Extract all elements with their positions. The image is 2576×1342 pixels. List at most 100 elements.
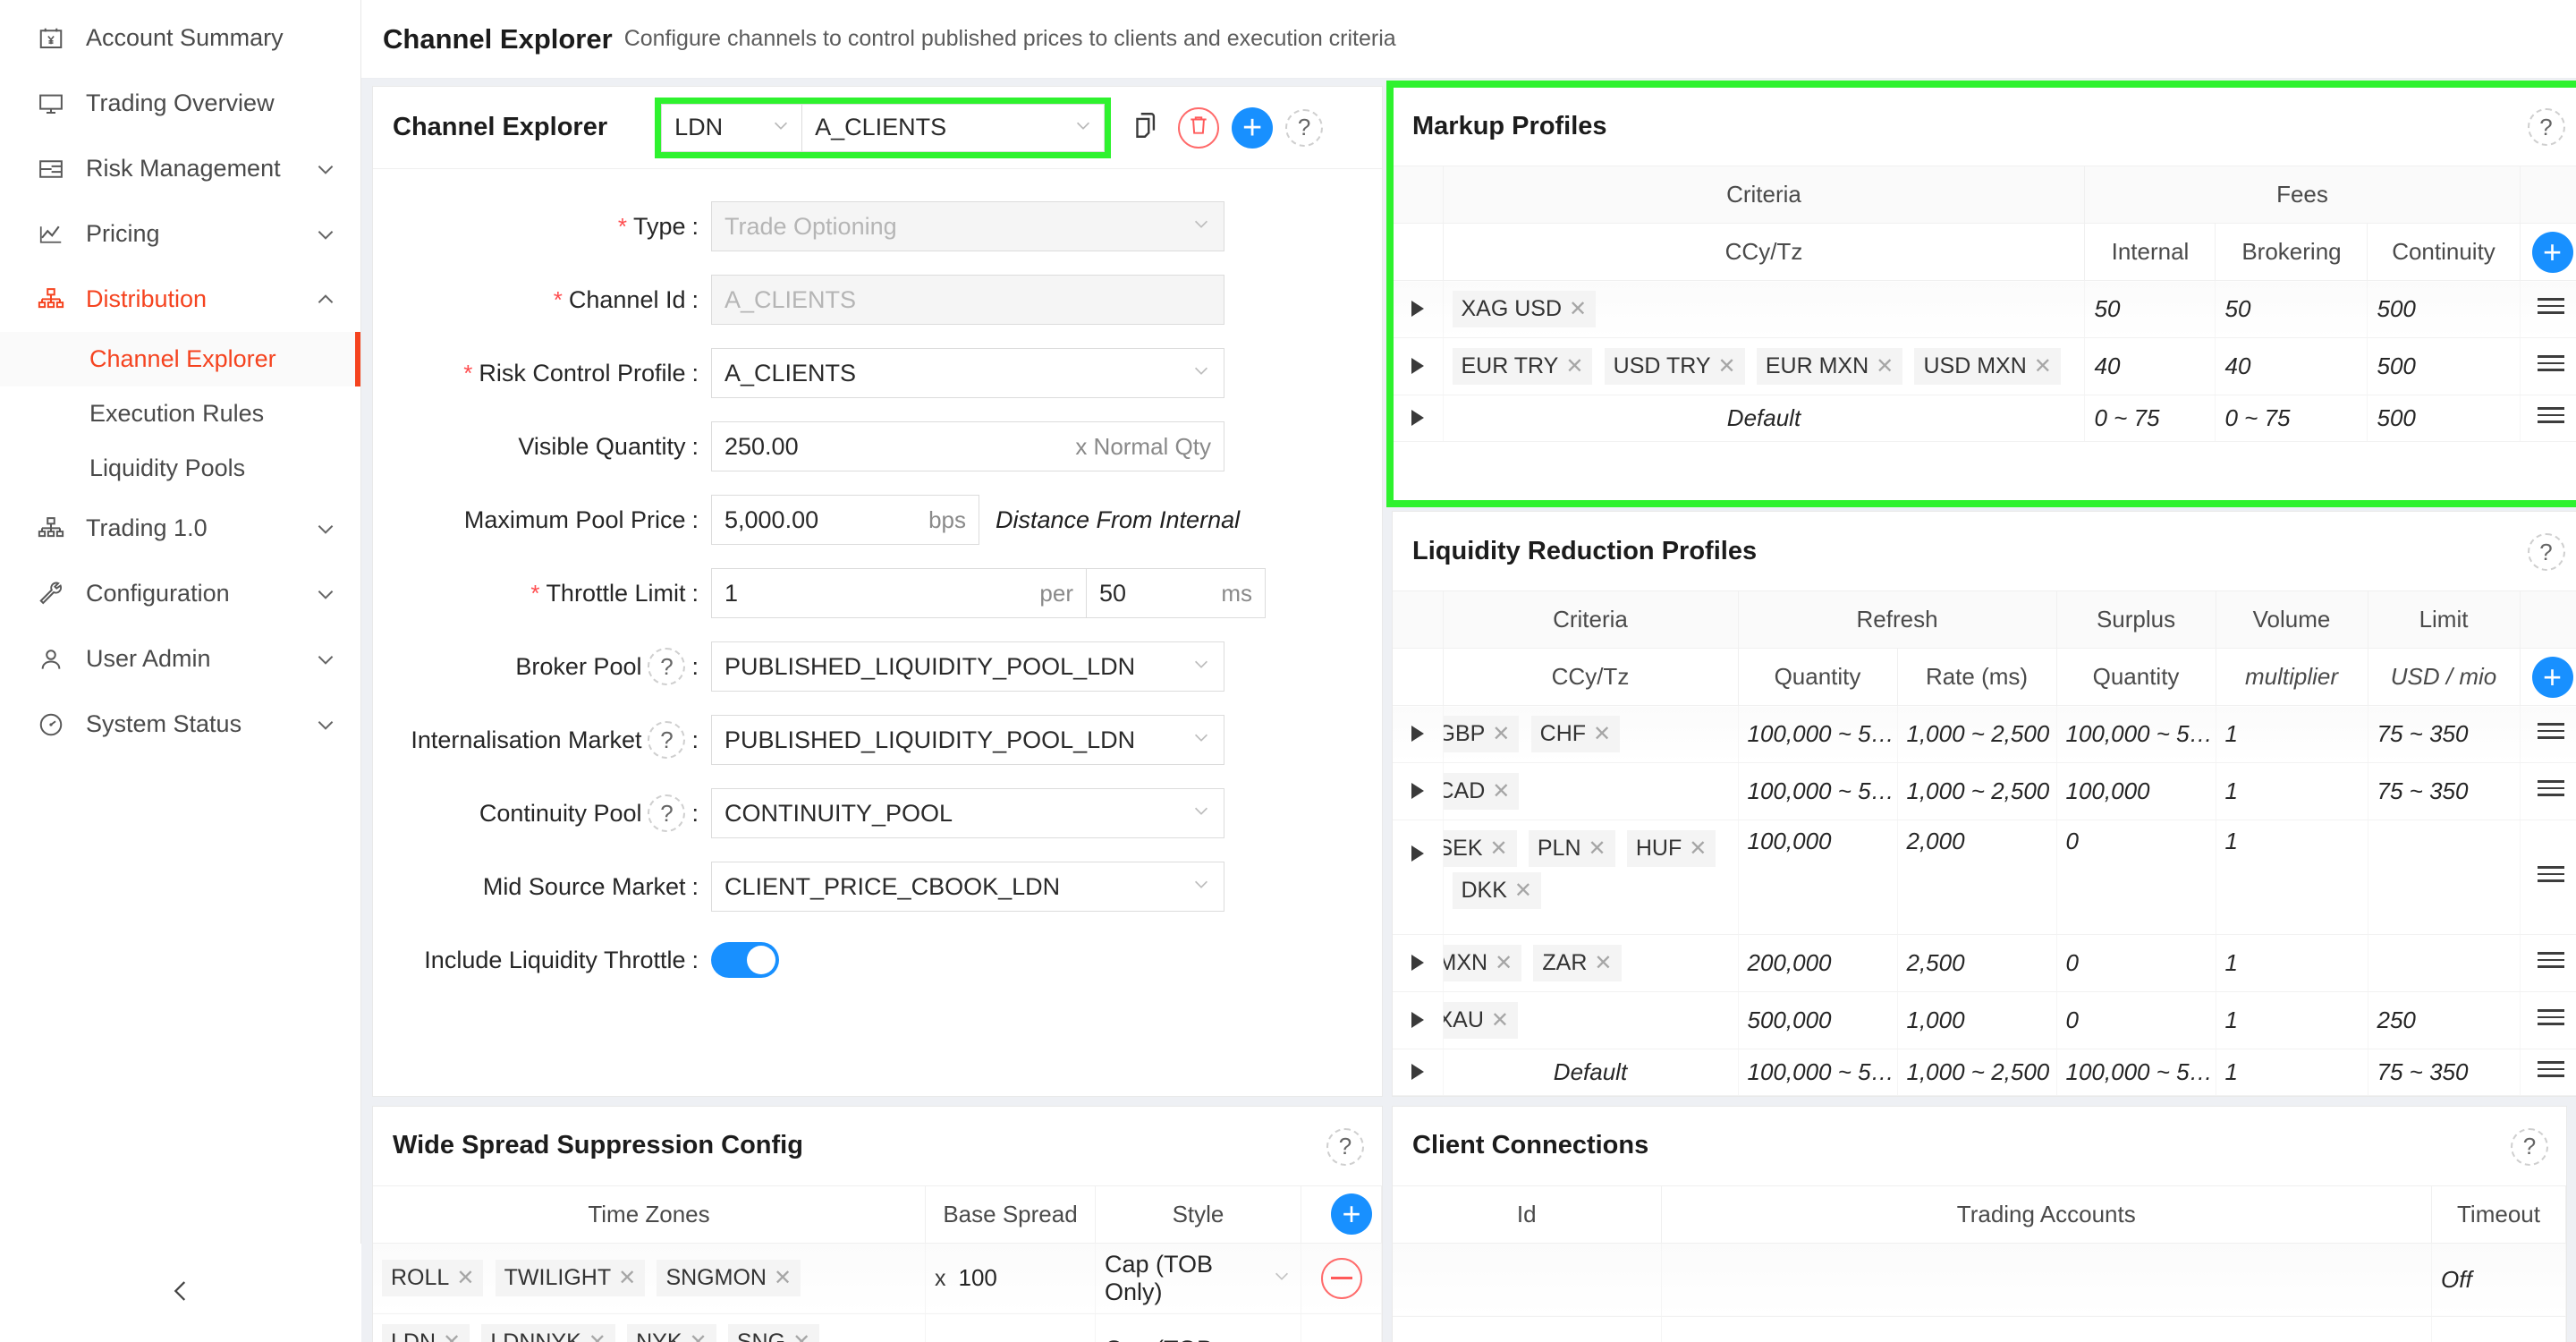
criteria-tag[interactable]: DKK ✕ <box>1452 872 1542 909</box>
row-menu-cell[interactable] <box>2520 705 2576 763</box>
criteria-tag[interactable]: SEK ✕ <box>1443 830 1517 867</box>
visible-quantity-input[interactable]: 250.00 x Normal Qty <box>711 421 1224 471</box>
style-select[interactable]: Cap (TOB Only) <box>1105 1336 1292 1342</box>
chevron-down-icon[interactable] <box>314 648 337 671</box>
table-row[interactable]: SEK✕ PLN✕ HUF✕ DKK✕ 100,000 2,000 0 1 <box>1393 820 2576 935</box>
continuity-pool-select[interactable]: CONTINUITY_POOL <box>711 788 1224 838</box>
table-row[interactable]: XAG USD ✕ 50 50 500 <box>1393 280 2576 338</box>
row-menu-cell[interactable] <box>2520 395 2576 442</box>
add-markup-profile-button[interactable]: + <box>2531 231 2573 273</box>
mid-source-market-select[interactable]: CLIENT_PRICE_CBOOK_LDN <box>711 862 1224 912</box>
row-menu-icon[interactable] <box>2538 1057 2565 1082</box>
close-icon[interactable]: ✕ <box>1514 878 1532 904</box>
criteria-tag[interactable]: HUF ✕ <box>1626 830 1716 867</box>
region-select[interactable]: LDN <box>661 103 803 152</box>
include-liquidity-throttle-toggle[interactable] <box>711 942 779 978</box>
time-zone-tag[interactable]: LDNNYK ✕ <box>481 1323 615 1342</box>
table-row[interactable]: Off <box>1393 1243 2566 1317</box>
internalisation-market-select[interactable]: PUBLISHED_LIQUIDITY_POOL_LDN <box>711 715 1224 765</box>
row-menu-icon[interactable] <box>2538 1005 2565 1030</box>
time-zone-tag[interactable]: ROLL ✕ <box>382 1260 484 1296</box>
table-row[interactable]: Off <box>1393 1316 2566 1342</box>
expand-row-button[interactable] <box>1393 934 1444 992</box>
add-liquidity-profile-button[interactable]: + <box>2531 656 2573 698</box>
internalisation-market-help-icon[interactable]: ? <box>648 721 686 759</box>
table-row[interactable]: XAU ✕ 500,000 1,000 0 1 250 <box>1393 991 2576 1049</box>
close-icon[interactable]: ✕ <box>774 1265 792 1291</box>
close-icon[interactable]: ✕ <box>690 1329 708 1342</box>
row-menu-icon[interactable] <box>2538 718 2565 743</box>
base-spread-cell[interactable]: x50 <box>925 1313 1096 1342</box>
risk-control-profile-select[interactable]: A_CLIENTS <box>711 348 1224 398</box>
chevron-down-icon[interactable] <box>314 713 337 736</box>
client-connections-help-button[interactable]: ? <box>2511 1127 2548 1166</box>
expand-row-button[interactable] <box>1393 1049 1444 1096</box>
sidebar-item-trading-1-0[interactable]: Trading 1.0 <box>0 496 360 561</box>
markup-profiles-help-button[interactable]: ? <box>2527 108 2565 146</box>
row-menu-icon[interactable] <box>2538 776 2565 801</box>
base-spread-cell[interactable]: x 100 <box>925 1243 1096 1314</box>
chevron-down-icon[interactable] <box>314 582 337 606</box>
sidebar-item-account-summary[interactable]: Account Summary <box>0 5 360 71</box>
close-icon[interactable]: ✕ <box>1594 950 1612 976</box>
chevron-down-icon[interactable] <box>314 517 337 540</box>
criteria-tag[interactable]: USD TRY ✕ <box>1604 348 1745 385</box>
close-icon[interactable]: ✕ <box>589 1329 606 1342</box>
sidebar-item-execution-rules[interactable]: Execution Rules <box>0 386 360 441</box>
criteria-tag[interactable]: USD MXN ✕ <box>1914 348 2061 385</box>
criteria-tag[interactable]: XAU ✕ <box>1443 1002 1519 1039</box>
continuity-pool-help-icon[interactable]: ? <box>648 794 686 832</box>
row-menu-cell[interactable] <box>2520 280 2576 338</box>
table-row[interactable]: LDN✕ LDNNYK✕ NYK✕ SNG✕ SNGLDN✕ WKEND✕ x5… <box>373 1313 1382 1342</box>
row-menu-cell[interactable] <box>2520 762 2576 820</box>
table-row[interactable]: EUR TRY ✕ USD TRY ✕ EUR MXN ✕ USD MXN ✕ 40 4… <box>1393 337 2576 395</box>
row-menu-icon[interactable] <box>2538 351 2565 376</box>
close-icon[interactable]: ✕ <box>1718 353 1736 379</box>
expand-row-button[interactable] <box>1393 820 1444 935</box>
wide-spread-help-button[interactable]: ? <box>1326 1127 1364 1166</box>
criteria-tag[interactable]: XAG USD ✕ <box>1452 291 1597 327</box>
expand-row-button[interactable] <box>1393 705 1444 763</box>
close-icon[interactable]: ✕ <box>1565 353 1583 379</box>
row-menu-icon[interactable] <box>2538 862 2565 887</box>
broker-pool-help-icon[interactable]: ? <box>648 648 686 685</box>
sidebar-item-configuration[interactable]: Configuration <box>0 561 360 626</box>
row-menu-icon[interactable] <box>2538 293 2565 319</box>
close-icon[interactable]: ✕ <box>1593 721 1611 747</box>
maximum-pool-price-input[interactable]: 5,000.00 bps <box>711 495 979 545</box>
sidebar-item-channel-explorer[interactable]: Channel Explorer <box>0 332 360 386</box>
sidebar-item-user-admin[interactable]: User Admin <box>0 626 360 692</box>
sidebar-item-trading-overview[interactable]: Trading Overview <box>0 71 360 136</box>
time-zone-tag[interactable]: LDN ✕ <box>382 1323 470 1342</box>
close-icon[interactable]: ✕ <box>1689 836 1707 862</box>
time-zone-tag[interactable]: NYK ✕ <box>627 1323 716 1342</box>
table-row[interactable]: ROLL ✕ TWILIGHT ✕ SNGMON ✕ x 100 Cap (TOB O <box>373 1243 1382 1314</box>
expand-row-button[interactable] <box>1393 337 1444 395</box>
close-icon[interactable]: ✕ <box>1495 950 1513 976</box>
criteria-tag[interactable]: ZAR ✕ <box>1533 945 1622 981</box>
expand-row-button[interactable] <box>1393 991 1444 1049</box>
table-row[interactable]: MXN ✕ ZAR ✕ 200,000 2,500 0 1 <box>1393 934 2576 992</box>
row-menu-cell[interactable] <box>2520 934 2576 992</box>
row-menu-icon[interactable] <box>2538 947 2565 973</box>
close-icon[interactable]: ✕ <box>1876 353 1894 379</box>
criteria-tag[interactable]: MXN ✕ <box>1443 945 1522 981</box>
sidebar-item-liquidity-pools[interactable]: Liquidity Pools <box>0 441 360 496</box>
liquidity-reduction-help-button[interactable]: ? <box>2527 533 2565 571</box>
row-menu-cell[interactable] <box>2520 991 2576 1049</box>
criteria-tag[interactable]: GBP✕ <box>1443 716 1520 752</box>
row-menu-icon[interactable] <box>2538 403 2565 428</box>
sidebar-item-pricing[interactable]: Pricing <box>0 201 360 267</box>
sidebar-item-system-status[interactable]: System Status <box>0 692 360 757</box>
close-icon[interactable]: ✕ <box>456 1265 474 1291</box>
remove-wide-spread-row-button[interactable] <box>1320 1257 1362 1299</box>
close-icon[interactable]: ✕ <box>792 1329 810 1342</box>
table-row[interactable]: Default 100,000 ~ 5… 1,000 ~ 2,500 100,0… <box>1393 1049 2576 1096</box>
close-icon[interactable]: ✕ <box>618 1265 636 1291</box>
chevron-up-icon[interactable] <box>314 288 337 311</box>
time-zone-tag[interactable]: SNG ✕ <box>727 1323 820 1342</box>
close-icon[interactable]: ✕ <box>1491 1007 1509 1033</box>
copy-channel-button[interactable] <box>1124 107 1165 149</box>
criteria-tag[interactable]: CAD✕ <box>1443 773 1520 810</box>
close-icon[interactable]: ✕ <box>1490 836 1508 862</box>
